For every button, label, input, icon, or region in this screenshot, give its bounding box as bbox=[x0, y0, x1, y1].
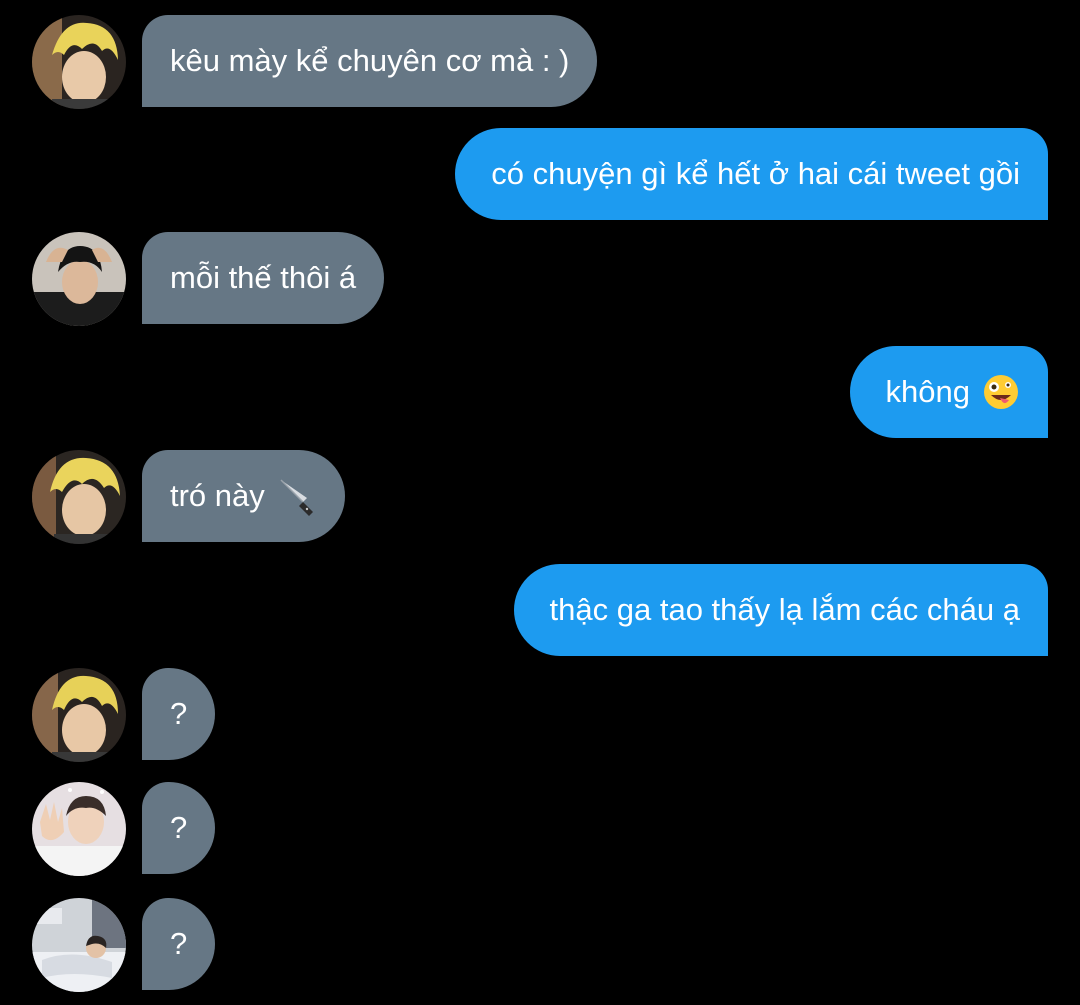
message-text: không bbox=[885, 374, 970, 409]
avatar-image bbox=[32, 15, 126, 109]
incoming-message-bubble[interactable]: ? bbox=[142, 782, 216, 874]
avatar[interactable] bbox=[32, 782, 126, 876]
incoming-message-bubble[interactable]: kêu mày kể chuyên cơ mà : ) bbox=[142, 15, 598, 107]
message-text: có chuyện gì kể hết ở hai cái tweet gồi bbox=[491, 156, 1020, 191]
message-row: tró này bbox=[0, 450, 1080, 544]
outgoing-message-bubble[interactable]: có chuyện gì kể hết ở hai cái tweet gồi bbox=[455, 128, 1048, 220]
avatar-image bbox=[32, 898, 126, 992]
avatar-image bbox=[32, 782, 126, 876]
knife-icon bbox=[277, 476, 317, 516]
incoming-message-bubble[interactable]: mỗi thế thôi á bbox=[142, 232, 385, 324]
avatar[interactable] bbox=[32, 232, 126, 326]
avatar[interactable] bbox=[32, 898, 126, 992]
incoming-message-bubble[interactable]: ? bbox=[142, 668, 216, 760]
message-row: có chuyện gì kể hết ở hai cái tweet gồi bbox=[0, 128, 1080, 220]
avatar-image bbox=[32, 232, 126, 326]
message-text: ? bbox=[170, 810, 188, 845]
avatar-image bbox=[32, 668, 126, 762]
zany-face-icon bbox=[982, 373, 1020, 411]
avatar[interactable] bbox=[32, 668, 126, 762]
message-text: ? bbox=[170, 696, 188, 731]
message-row: kêu mày kể chuyên cơ mà : ) bbox=[0, 15, 1080, 109]
incoming-message-bubble[interactable]: ? bbox=[142, 898, 216, 990]
message-text: tró này bbox=[170, 478, 265, 513]
avatar-image bbox=[32, 450, 126, 544]
outgoing-message-bubble[interactable]: thậc ga tao thấy lạ lắm các cháu ạ bbox=[513, 564, 1048, 656]
message-text: kêu mày kể chuyên cơ mà : ) bbox=[170, 43, 570, 78]
message-text: mỗi thế thôi á bbox=[170, 260, 357, 295]
message-row: ? bbox=[0, 782, 1080, 876]
avatar[interactable] bbox=[32, 15, 126, 109]
message-row: mỗi thế thôi á bbox=[0, 232, 1080, 326]
message-text: ? bbox=[170, 926, 188, 961]
message-row: thậc ga tao thấy lạ lắm các cháu ạ bbox=[0, 564, 1080, 656]
message-row: không bbox=[0, 346, 1080, 438]
incoming-message-bubble[interactable]: tró này bbox=[142, 450, 345, 542]
avatar[interactable] bbox=[32, 450, 126, 544]
outgoing-message-bubble[interactable]: không bbox=[849, 346, 1048, 438]
message-row: ? bbox=[0, 668, 1080, 762]
message-text: thậc ga tao thấy lạ lắm các cháu ạ bbox=[549, 592, 1020, 627]
message-row: ? bbox=[0, 898, 1080, 992]
